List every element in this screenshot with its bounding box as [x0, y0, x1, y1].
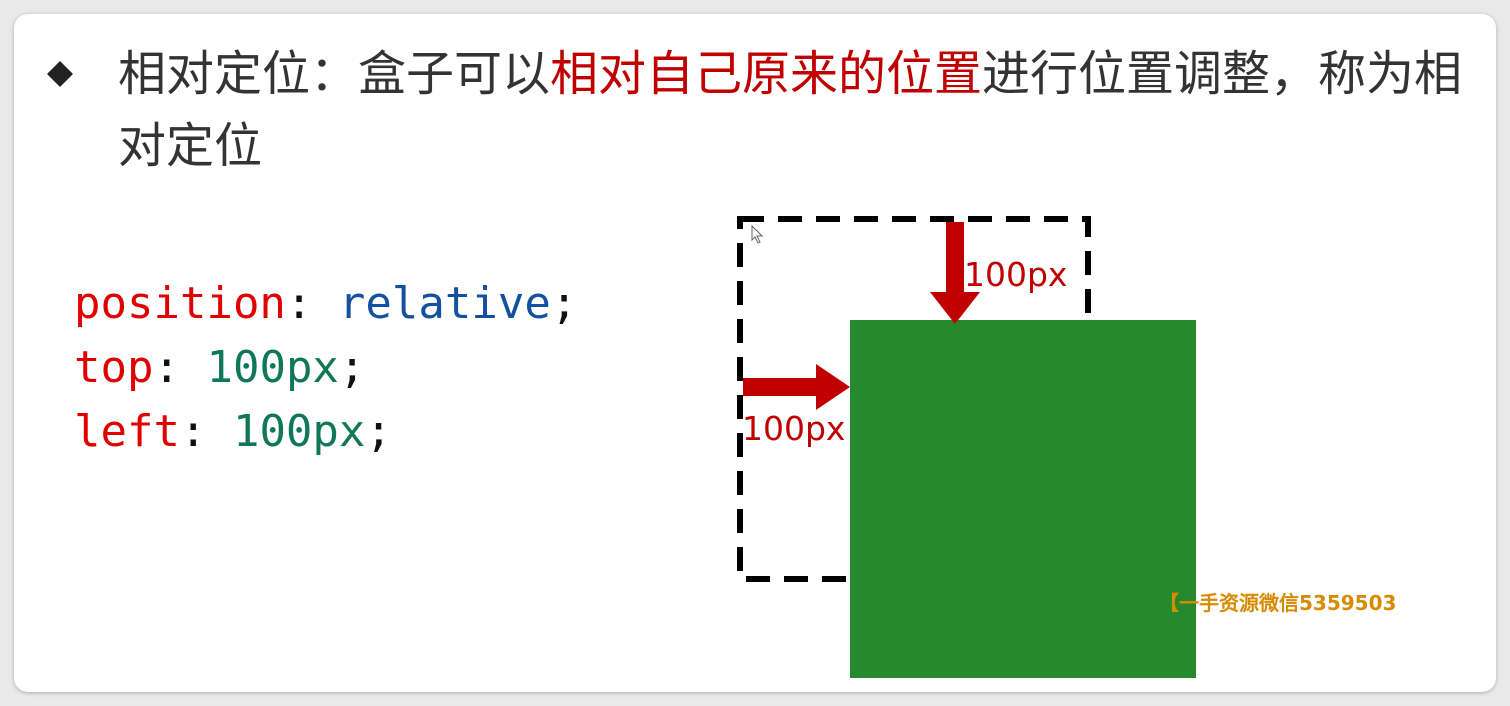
mouse-cursor-icon [751, 224, 764, 244]
relative-position-diagram: 100px 100px 【一手资源微信5359503 [737, 216, 1396, 678]
slide: 相对定位：盒子可以相对自己原来的位置进行位置调整，称为相对定位 position… [14, 14, 1496, 692]
left-offset-label: 100px [742, 409, 845, 448]
arrow-right-icon [743, 364, 850, 410]
positioned-box [850, 320, 1196, 678]
watermark-text: 【一手资源微信5359503 [1159, 591, 1396, 615]
top-offset-label: 100px [964, 255, 1067, 294]
